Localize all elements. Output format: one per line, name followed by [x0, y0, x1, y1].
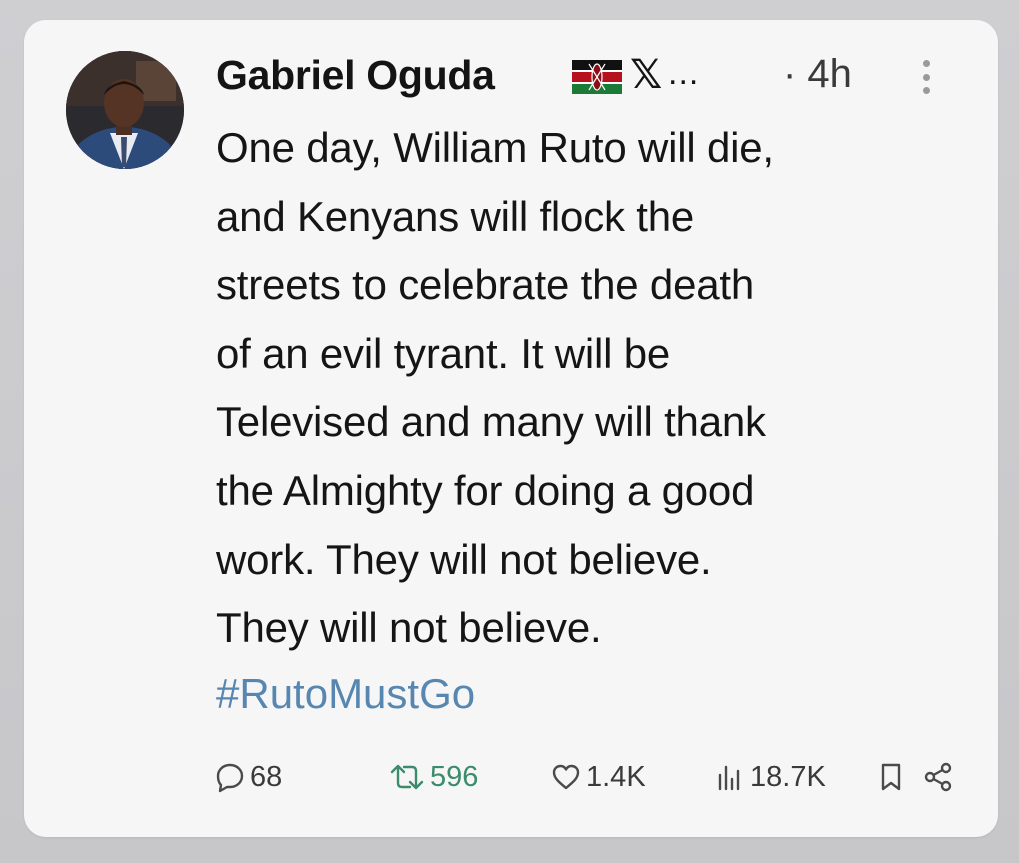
post-actions: 68 596 1.4K 18.7K: [214, 757, 954, 797]
post-header: Gabriel Oguda 𝕏 ... · 4h: [216, 52, 956, 106]
post-body-line: of an evil tyrant. It will be: [216, 329, 671, 377]
post-body-line: They will not believe.: [216, 604, 602, 652]
like-count: 1.4K: [586, 760, 646, 793]
avatar[interactable]: [66, 51, 184, 169]
post-body-line: the Almighty for doing a good: [216, 466, 755, 514]
repost-icon: [388, 761, 426, 793]
more-dot: [922, 87, 930, 94]
more-options-icon[interactable]: [916, 56, 936, 98]
author-display-name[interactable]: Gabriel Oguda: [216, 52, 495, 99]
reply-icon: [214, 761, 246, 793]
views-count: 18.7K: [750, 760, 826, 793]
post-body-line: Televised and many will thank: [216, 398, 766, 446]
post-card[interactable]: Gabriel Oguda 𝕏 ... · 4h One day, Willia…: [24, 20, 998, 837]
repost-button[interactable]: 596: [388, 757, 478, 797]
post-body-line: One day, William Ruto will die,: [216, 124, 774, 171]
bookmark-button[interactable]: [877, 757, 905, 797]
post-body-line: work. They will not believe.: [216, 535, 712, 583]
kenya-flag-icon: [572, 60, 622, 94]
post-body-line: and Kenyans will flock the: [216, 192, 695, 240]
screenshot-frame: Gabriel Oguda 𝕏 ... · 4h One day, Willia…: [0, 0, 1019, 863]
more-dot: [922, 60, 930, 67]
share-button[interactable]: [922, 757, 954, 797]
x-logo-icon: 𝕏: [630, 53, 663, 97]
reply-button[interactable]: 68: [214, 757, 282, 797]
views-button[interactable]: 18.7K: [714, 757, 826, 797]
repost-count: 596: [430, 760, 479, 793]
post-body: One day, William Ruto will die, and Keny…: [216, 114, 976, 663]
more-dot: [922, 73, 930, 81]
heart-icon: [550, 761, 582, 793]
views-icon: [714, 761, 746, 793]
hashtag-link[interactable]: #RutoMustGo: [216, 670, 475, 718]
like-button[interactable]: 1.4K: [550, 757, 646, 797]
bookmark-icon: [877, 761, 905, 793]
reply-count: 68: [250, 760, 283, 793]
share-icon: [922, 761, 954, 793]
post-body-line: streets to celebrate the death: [216, 261, 755, 309]
name-truncation: ...: [668, 54, 700, 92]
post-timestamp[interactable]: · 4h: [783, 52, 852, 97]
